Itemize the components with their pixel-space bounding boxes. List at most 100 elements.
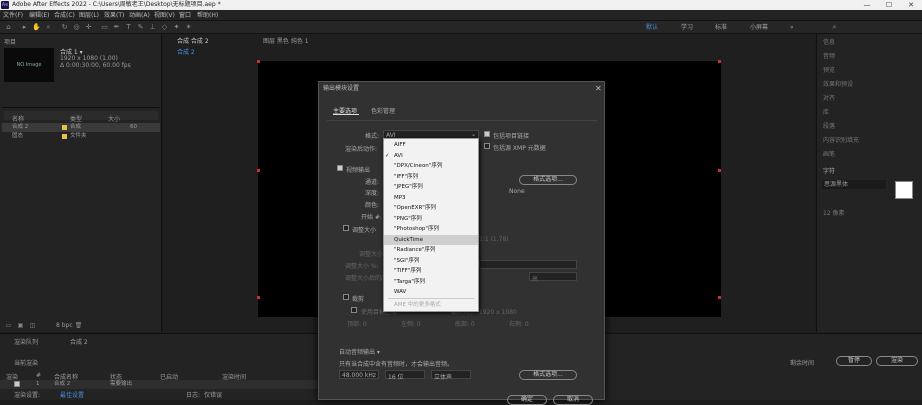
comp-subtab[interactable]: 合成 2 xyxy=(177,47,195,56)
puppet-tool-icon[interactable]: ✶ xyxy=(184,23,193,32)
panel-align[interactable]: 对齐 xyxy=(823,93,835,102)
workspace-small-screen[interactable]: 小屏幕 xyxy=(750,21,768,34)
format-option[interactable]: "SGI"序列 xyxy=(384,256,478,267)
text-tool-icon[interactable]: T xyxy=(124,23,133,32)
project-tab[interactable]: 项目 xyxy=(4,37,16,46)
menu-view[interactable]: 视图(V) xyxy=(154,10,175,21)
selection-tool-icon[interactable]: ▸ xyxy=(20,23,29,32)
layer-handle[interactable] xyxy=(257,296,260,299)
menu-animation[interactable]: 动画(A) xyxy=(129,10,150,21)
ok-button[interactable]: 确定 xyxy=(507,395,547,405)
format-option-more[interactable]: AME 中的更多格式 xyxy=(384,300,478,311)
sample-rate-select[interactable]: 48.000 kHz xyxy=(339,370,379,379)
menu-window[interactable]: 窗口 xyxy=(179,10,191,21)
cancel-button[interactable]: 取消 xyxy=(553,395,593,405)
render-checkbox[interactable] xyxy=(14,381,20,387)
menu-file[interactable]: 文件(F) xyxy=(3,10,23,21)
layer-handle[interactable] xyxy=(718,296,721,299)
panel-content-fill[interactable]: 内容识别填充 xyxy=(823,135,859,144)
quality-select[interactable]: 高 xyxy=(529,272,577,283)
tab-layer[interactable]: 图层 黑色 纯色 1 xyxy=(263,36,309,45)
menu-help[interactable]: 帮助(H) xyxy=(197,10,218,21)
channels-select[interactable]: 立体声 xyxy=(431,370,471,381)
layer-handle[interactable] xyxy=(718,169,721,172)
format-option[interactable]: "Radiance"序列 xyxy=(384,245,478,256)
render-button[interactable]: 渲染 xyxy=(876,356,918,366)
workspace-learn[interactable]: 学习 xyxy=(681,21,693,34)
menu-edit[interactable]: 编辑(E) xyxy=(29,10,49,21)
include-xmp-checkbox[interactable] xyxy=(484,143,490,149)
project-row[interactable]: 合成 2 合成 60 xyxy=(2,123,160,132)
format-option[interactable]: WAV xyxy=(384,287,478,298)
resize-checkbox[interactable] xyxy=(343,225,349,231)
panel-character[interactable]: 字符 xyxy=(823,166,835,175)
panel-library[interactable]: 库 xyxy=(823,107,829,116)
maximize-button[interactable]: ☐ xyxy=(880,0,898,10)
format-option[interactable]: "Photoshop"序列 xyxy=(384,224,478,235)
format-option[interactable]: "Targa"序列 xyxy=(384,277,478,288)
tab-comp2[interactable]: 合成 2 xyxy=(70,337,88,346)
use-roi-checkbox[interactable] xyxy=(351,307,357,313)
new-folder-icon[interactable]: ▣ xyxy=(16,321,25,330)
panel-paragraph[interactable]: 段落 xyxy=(823,121,835,130)
bit-depth-select[interactable]: 16 位 xyxy=(385,370,425,381)
log-value[interactable]: 仅错误 xyxy=(204,390,222,399)
auto-audio-output[interactable]: 自动音频输出 ▾ xyxy=(339,347,380,356)
brush-tool-icon[interactable]: ✎ xyxy=(136,23,145,32)
pan-tool-icon[interactable]: ✛ xyxy=(84,23,93,32)
dialog-close-icon[interactable]: ✕ xyxy=(595,84,602,93)
menu-effect[interactable]: 效果(T) xyxy=(104,10,124,21)
close-button[interactable]: ✕ xyxy=(902,0,920,10)
include-project-checkbox[interactable] xyxy=(484,131,490,137)
panel-preview[interactable]: 预览 xyxy=(823,65,835,74)
render-settings-value[interactable]: 最佳设置 xyxy=(60,390,84,399)
crop-checkbox[interactable] xyxy=(343,294,349,300)
column-name[interactable]: 名称 xyxy=(12,114,24,123)
panel-effects[interactable]: 效果和预设 xyxy=(823,79,853,88)
workspace-standard[interactable]: 标准 xyxy=(715,21,727,34)
video-output-checkbox[interactable] xyxy=(337,165,343,171)
layer-handle[interactable] xyxy=(257,60,260,63)
format-option[interactable]: "DPX/Cineon"序列 xyxy=(384,161,478,172)
format-option[interactable]: AIFF xyxy=(384,140,478,151)
tab-render-queue[interactable]: 渲染队列 xyxy=(14,337,38,346)
menu-composition[interactable]: 合成(C) xyxy=(54,10,75,21)
camera-tool-icon[interactable]: ◎ xyxy=(72,23,81,32)
resize-pct-field[interactable] xyxy=(479,260,577,269)
trash-icon[interactable]: 🗑 xyxy=(74,321,83,330)
font-size[interactable]: 12 像素 xyxy=(823,208,845,217)
tab-color-management[interactable]: 色彩管理 xyxy=(371,106,395,115)
search-icon[interactable]: ⌕ xyxy=(830,23,839,32)
project-row[interactable]: 固态 文件夹 xyxy=(2,132,160,141)
interpret-footage-icon[interactable]: ▭ xyxy=(4,321,13,330)
audio-format-options-button[interactable]: 格式选项... xyxy=(519,370,577,380)
pen-tool-icon[interactable]: ✒ xyxy=(112,23,121,32)
format-option[interactable]: "IFF"序列 xyxy=(384,172,478,183)
column-type[interactable]: 类型 xyxy=(70,114,82,123)
bit-depth[interactable]: 8 bpc xyxy=(56,322,73,329)
workspace-more-icon[interactable]: » xyxy=(790,21,794,34)
layer-handle[interactable] xyxy=(718,60,721,63)
format-option-highlighted[interactable]: QuickTime xyxy=(384,234,478,245)
menu-layer[interactable]: 图层(L) xyxy=(79,10,99,21)
hand-tool-icon[interactable]: ✋ xyxy=(32,23,41,32)
tab-composition[interactable]: 合成 合成 2 xyxy=(177,36,209,45)
pause-button[interactable]: 暂停 xyxy=(836,356,872,366)
zoom-tool-icon[interactable]: ⌕ xyxy=(44,23,53,32)
minimize-button[interactable]: — xyxy=(858,0,876,10)
panel-audio[interactable]: 音频 xyxy=(823,51,835,60)
queue-row[interactable]: 1 合成 2 需要输出 xyxy=(0,380,318,389)
roto-tool-icon[interactable]: ✦ xyxy=(172,23,181,32)
layer-handle[interactable] xyxy=(257,169,260,172)
new-comp-icon[interactable]: ◫ xyxy=(28,321,37,330)
stamp-tool-icon[interactable]: ⊥ xyxy=(148,23,157,32)
column-size[interactable]: 大小 xyxy=(108,114,120,123)
format-option[interactable]: ✓ AVI xyxy=(384,151,478,162)
video-format-options-button[interactable]: 格式选项... xyxy=(519,175,577,185)
format-option[interactable]: "JPEG"序列 xyxy=(384,182,478,193)
format-option[interactable]: "TIFF"序列 xyxy=(384,266,478,277)
eraser-tool-icon[interactable]: ◇ xyxy=(160,23,169,32)
panel-brush[interactable]: 画笔 xyxy=(823,149,835,158)
fill-color-swatch[interactable] xyxy=(895,181,913,199)
panel-info[interactable]: 信息 xyxy=(823,37,835,46)
